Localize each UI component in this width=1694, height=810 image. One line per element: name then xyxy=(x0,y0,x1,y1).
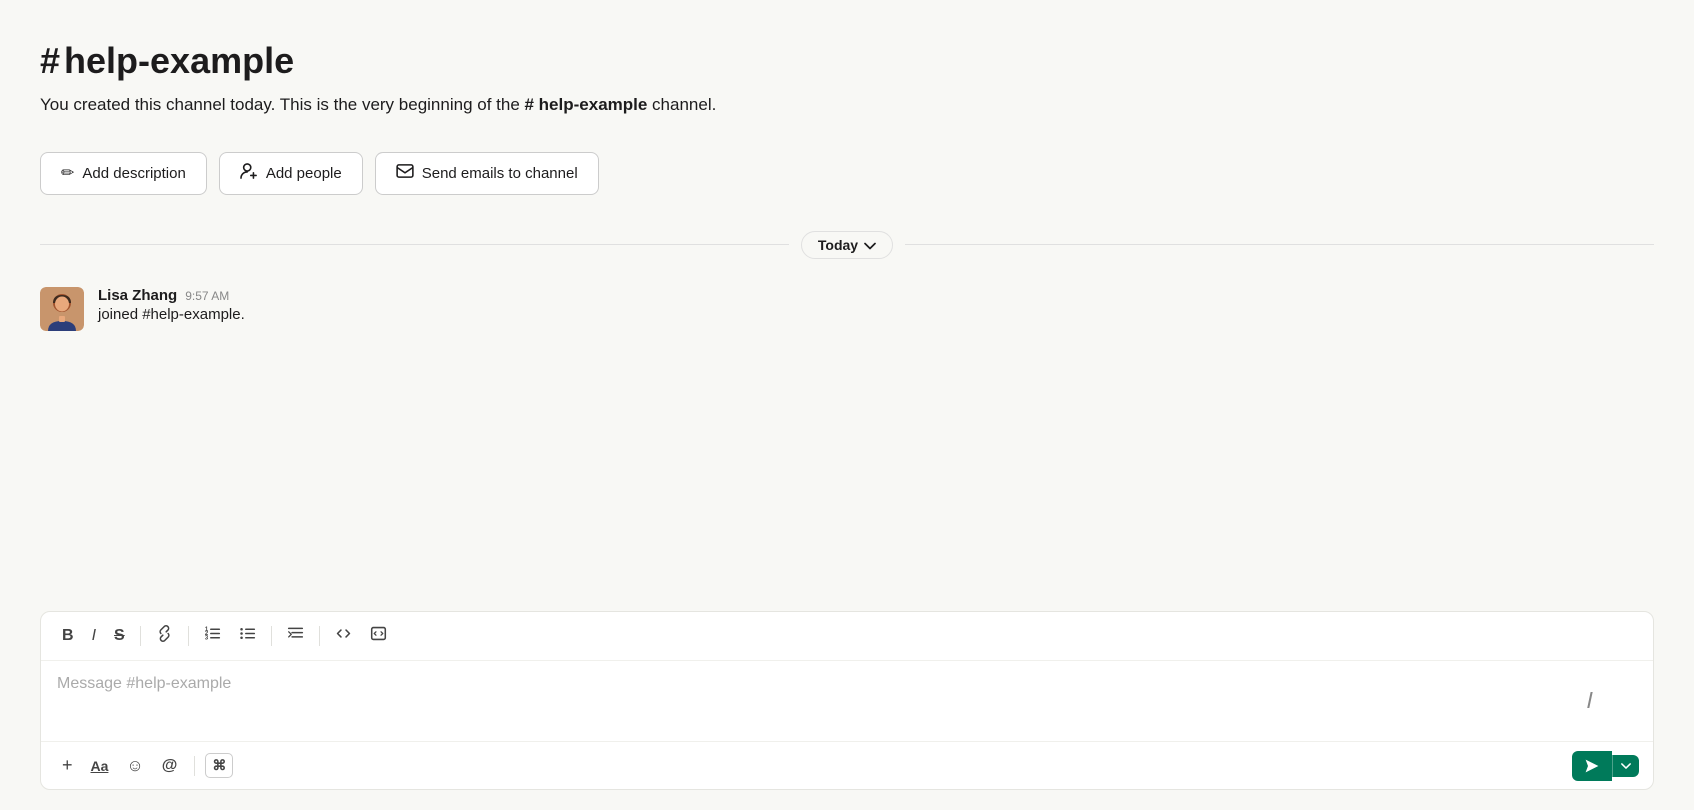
italic-icon: I xyxy=(92,627,96,645)
format-icon: Aa xyxy=(91,758,109,774)
message-text: joined #help-example. xyxy=(98,306,1654,323)
code-icon xyxy=(335,625,352,647)
indent-icon xyxy=(287,625,304,647)
send-button[interactable] xyxy=(1572,751,1612,781)
code-button[interactable] xyxy=(328,620,359,652)
toolbar-sep-2 xyxy=(188,626,189,646)
email-icon xyxy=(396,164,414,183)
slash-command-button[interactable]: ⌘ xyxy=(205,753,233,778)
send-button-group xyxy=(1572,751,1639,781)
description-prefix: You created this channel today. This is … xyxy=(40,95,525,114)
unordered-list-button[interactable] xyxy=(232,620,263,652)
compose-footer: + Aa ☺ @ ⌘ xyxy=(41,741,1653,789)
code-block-icon xyxy=(370,625,387,647)
channel-title: # help-example xyxy=(40,40,1654,82)
divider-line-right xyxy=(905,244,1654,245)
add-description-label: Add description xyxy=(82,165,185,182)
person-add-icon xyxy=(240,163,258,184)
footer-sep xyxy=(194,756,195,776)
link-button[interactable] xyxy=(149,620,180,652)
compose-box: B I S 1 2 xyxy=(40,611,1654,790)
message-item: Lisa Zhang 9:57 AM joined #help-example. xyxy=(40,287,1654,331)
ordered-list-icon: 1 2 3 xyxy=(204,625,221,647)
cursor-indicator: 𝐼 xyxy=(1587,688,1593,714)
code-block-button[interactable] xyxy=(363,620,394,652)
toolbar-sep-3 xyxy=(271,626,272,646)
compose-toolbar: B I S 1 2 xyxy=(41,612,1653,661)
add-people-button[interactable]: Add people xyxy=(219,152,363,195)
action-buttons-row: ✏ Add description Add people Send emails… xyxy=(40,152,1654,195)
mention-button[interactable]: @ xyxy=(155,752,185,780)
compose-body[interactable]: Message #help-example 𝐼 xyxy=(41,661,1653,741)
bold-button[interactable]: B xyxy=(55,622,81,650)
italic-button[interactable]: I xyxy=(85,622,103,650)
send-options-button[interactable] xyxy=(1612,755,1639,777)
emoji-button[interactable]: ☺ xyxy=(119,751,150,781)
bold-icon: B xyxy=(62,627,74,645)
channel-header: # help-example You created this channel … xyxy=(40,40,1654,140)
today-label: Today xyxy=(818,237,858,253)
plus-icon: + xyxy=(62,755,73,776)
compose-placeholder: Message #help-example xyxy=(57,675,231,693)
date-divider: Today xyxy=(40,231,1654,259)
send-emails-label: Send emails to channel xyxy=(422,165,578,182)
pencil-icon: ✏ xyxy=(61,163,74,183)
description-suffix: channel. xyxy=(647,95,716,114)
toolbar-sep-4 xyxy=(319,626,320,646)
divider-line-left xyxy=(40,244,789,245)
indent-button[interactable] xyxy=(280,620,311,652)
channel-name: help-example xyxy=(64,40,294,82)
link-icon xyxy=(156,625,173,647)
hash-symbol: # xyxy=(40,40,60,82)
svg-text:3: 3 xyxy=(205,635,209,641)
message-author: Lisa Zhang xyxy=(98,287,177,304)
add-description-button[interactable]: ✏ Add description xyxy=(40,152,207,195)
description-channel-ref: # help-example xyxy=(525,95,648,114)
avatar xyxy=(40,287,84,331)
slash-icon: ⌘ xyxy=(212,757,226,774)
message-content: Lisa Zhang 9:57 AM joined #help-example. xyxy=(98,287,1654,323)
send-emails-button[interactable]: Send emails to channel xyxy=(375,152,599,195)
toolbar-sep-1 xyxy=(140,626,141,646)
emoji-icon: ☺ xyxy=(126,756,143,776)
format-button[interactable]: Aa xyxy=(84,753,116,779)
add-people-label: Add people xyxy=(266,165,342,182)
chevron-down-icon xyxy=(864,237,876,253)
strikethrough-button[interactable]: S xyxy=(107,622,132,650)
message-meta: Lisa Zhang 9:57 AM xyxy=(98,287,1654,304)
unordered-list-icon xyxy=(239,625,256,647)
channel-description: You created this channel today. This is … xyxy=(40,92,1654,118)
strikethrough-icon: S xyxy=(114,627,125,645)
today-badge[interactable]: Today xyxy=(801,231,893,259)
message-time: 9:57 AM xyxy=(185,289,229,303)
mention-icon: @ xyxy=(162,757,178,775)
ordered-list-button[interactable]: 1 2 3 xyxy=(197,620,228,652)
attachment-button[interactable]: + xyxy=(55,750,80,781)
